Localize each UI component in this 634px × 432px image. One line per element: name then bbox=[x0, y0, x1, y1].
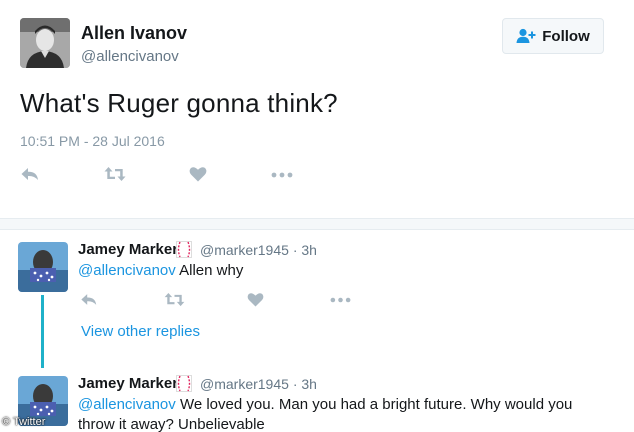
more-icon[interactable] bbox=[330, 297, 351, 303]
add-user-icon bbox=[516, 28, 536, 43]
view-other-replies-link[interactable]: View other replies bbox=[81, 323, 200, 340]
more-icon[interactable] bbox=[271, 172, 293, 178]
reply-body-line2: throw it away? Unbelievable bbox=[78, 416, 265, 432]
tweet-timestamp[interactable]: 10:51 PM - 28 Jul 2016 bbox=[20, 133, 165, 149]
baseball-emoji-icon bbox=[176, 241, 192, 263]
baseball-emoji-icon bbox=[176, 375, 192, 397]
reply-body: We loved you. Man you had a bright futur… bbox=[175, 396, 573, 413]
retweet-icon[interactable] bbox=[164, 292, 185, 307]
author-handle[interactable]: @allencivanov bbox=[81, 48, 179, 65]
reply-time[interactable]: 3h bbox=[301, 376, 317, 392]
follow-button[interactable]: Follow bbox=[502, 18, 604, 54]
reply-icon[interactable] bbox=[80, 292, 98, 307]
reply-handle[interactable]: @marker1945 bbox=[200, 376, 289, 392]
reply-body: Allen why bbox=[175, 262, 244, 279]
reply-text: @allencivanov We loved you. Man you had … bbox=[78, 395, 618, 432]
thread-line bbox=[41, 295, 44, 368]
meta-separator: · bbox=[292, 376, 298, 392]
reply-author-name[interactable]: Jamey Marker bbox=[78, 375, 178, 392]
reply-meta: @marker1945 · 3h bbox=[200, 242, 317, 258]
reply-time[interactable]: 3h bbox=[301, 242, 317, 258]
main-tweet: Allen Ivanov @allencivanov Follow What's… bbox=[0, 0, 634, 218]
tweet-text: What's Ruger gonna think? bbox=[20, 88, 338, 118]
avatar[interactable] bbox=[20, 18, 70, 68]
like-icon[interactable] bbox=[189, 166, 207, 182]
watermark: © Twitter bbox=[2, 416, 46, 428]
reply-handle[interactable]: @marker1945 bbox=[200, 242, 289, 258]
divider bbox=[0, 218, 634, 230]
avatar-photo bbox=[18, 242, 68, 292]
follow-label: Follow bbox=[542, 27, 590, 45]
retweet-icon[interactable] bbox=[104, 166, 126, 182]
reply-icon[interactable] bbox=[20, 166, 40, 182]
reply-avatar[interactable] bbox=[18, 242, 68, 292]
reply-text: @allencivanov Allen why bbox=[78, 261, 243, 281]
reply-meta: @marker1945 · 3h bbox=[200, 376, 317, 392]
mention-link[interactable]: @allencivanov bbox=[78, 262, 176, 279]
mention-link[interactable]: @allencivanov bbox=[78, 396, 176, 413]
author-name[interactable]: Allen Ivanov bbox=[81, 23, 187, 44]
reply-author-name[interactable]: Jamey Marker bbox=[78, 241, 178, 258]
meta-separator: · bbox=[292, 242, 298, 258]
like-icon[interactable] bbox=[247, 292, 264, 307]
avatar-photo bbox=[20, 18, 70, 68]
